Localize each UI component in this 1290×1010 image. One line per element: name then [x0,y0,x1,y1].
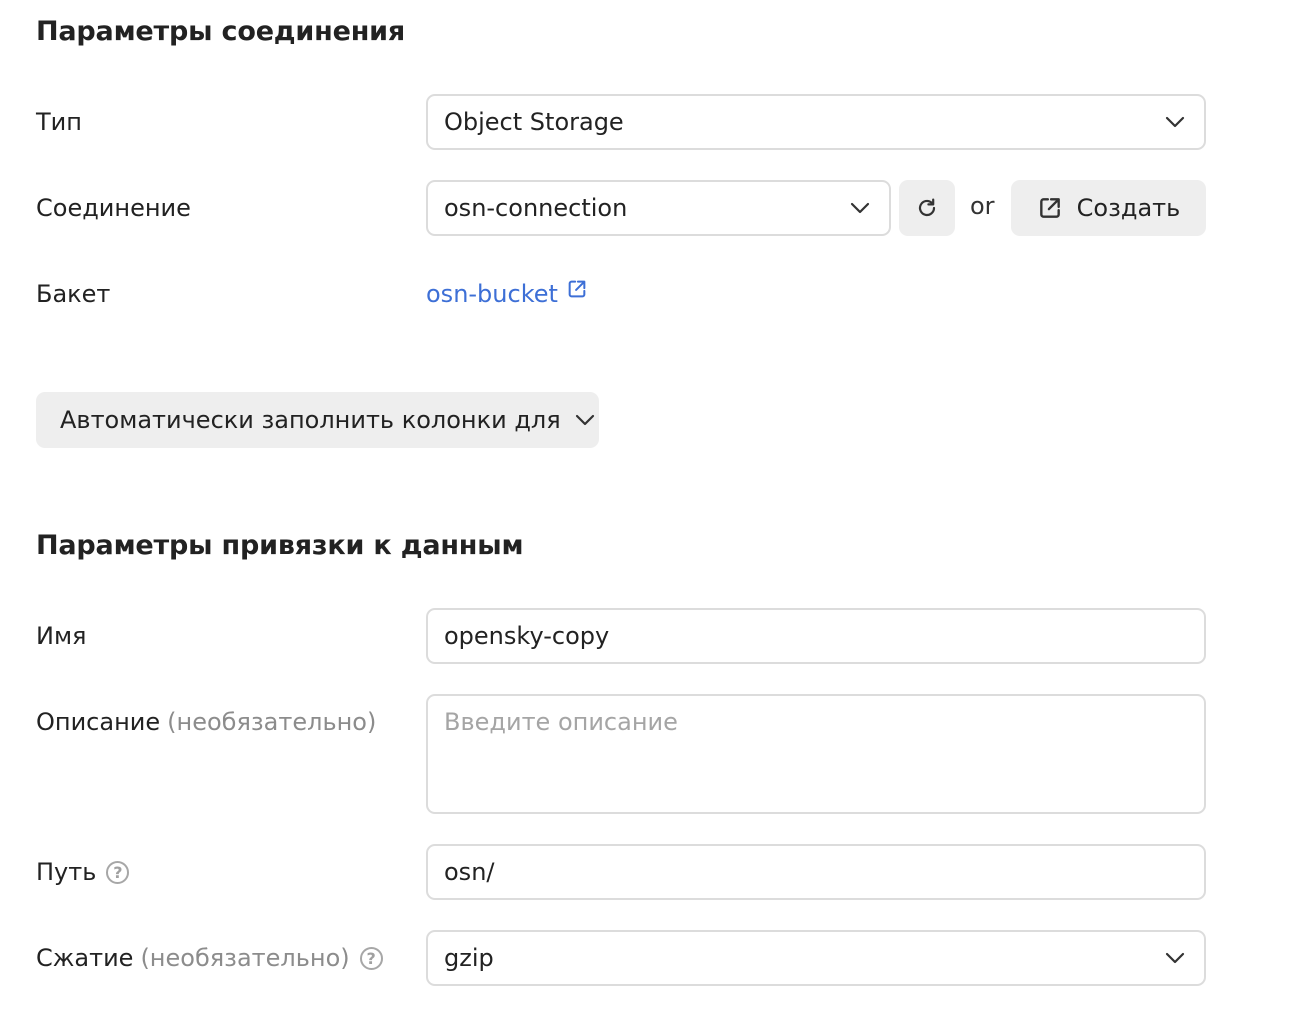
description-label-text: Описание [36,708,161,736]
connection-select-value: osn-connection [444,194,628,222]
compression-label: Сжатие (необязательно) ? [36,940,383,976]
create-button-label: Создать [1076,194,1181,222]
connection-select[interactable]: osn-connection [426,180,891,236]
name-input-value: opensky-copy [444,622,610,650]
autofill-columns-button[interactable]: Автоматически заполнить колонки для [36,392,599,448]
name-label-text: Имя [36,622,87,650]
connection-label-text: Соединение [36,194,191,222]
bucket-link[interactable]: osn-bucket [426,276,588,312]
type-select-value: Object Storage [444,108,624,136]
connection-label: Соединение [36,190,191,226]
or-text: or [970,192,995,220]
path-input-value: osn/ [444,858,495,886]
path-input[interactable]: osn/ [426,844,1206,900]
type-label-text: Тип [36,108,82,136]
optional-hint: (необязательно) [167,708,377,736]
type-select[interactable]: Object Storage [426,94,1206,150]
refresh-button[interactable] [899,180,955,236]
description-textarea[interactable]: Введите описание [426,694,1206,814]
path-label-text: Путь [36,858,97,886]
external-link-icon [1037,195,1063,221]
name-label: Имя [36,618,87,654]
type-label: Тип [36,104,82,140]
compression-label-text: Сжатие [36,944,134,972]
connection-section-title: Параметры соединения [36,16,406,47]
path-label: Путь ? [36,854,130,890]
bucket-label: Бакет [36,276,110,312]
compression-select-value: gzip [444,944,494,972]
description-label: Описание (необязательно) [36,704,376,740]
optional-hint: (необязательно) [140,944,350,972]
binding-section-title: Параметры привязки к данным [36,530,524,561]
create-connection-button[interactable]: Создать [1011,180,1206,236]
chevron-down-icon [1162,109,1188,135]
name-input[interactable]: opensky-copy [426,608,1206,664]
help-icon[interactable]: ? [106,860,130,884]
bucket-link-text: osn-bucket [426,280,558,308]
refresh-icon [915,196,939,220]
external-link-icon [566,278,588,300]
description-placeholder: Введите описание [444,708,678,736]
autofill-label: Автоматически заполнить колонки для [60,406,561,434]
bucket-label-text: Бакет [36,280,111,308]
chevron-down-icon [1162,945,1188,971]
help-icon[interactable]: ? [359,946,383,970]
compression-select[interactable]: gzip [426,930,1206,986]
chevron-down-icon [573,408,597,432]
chevron-down-icon [847,195,873,221]
